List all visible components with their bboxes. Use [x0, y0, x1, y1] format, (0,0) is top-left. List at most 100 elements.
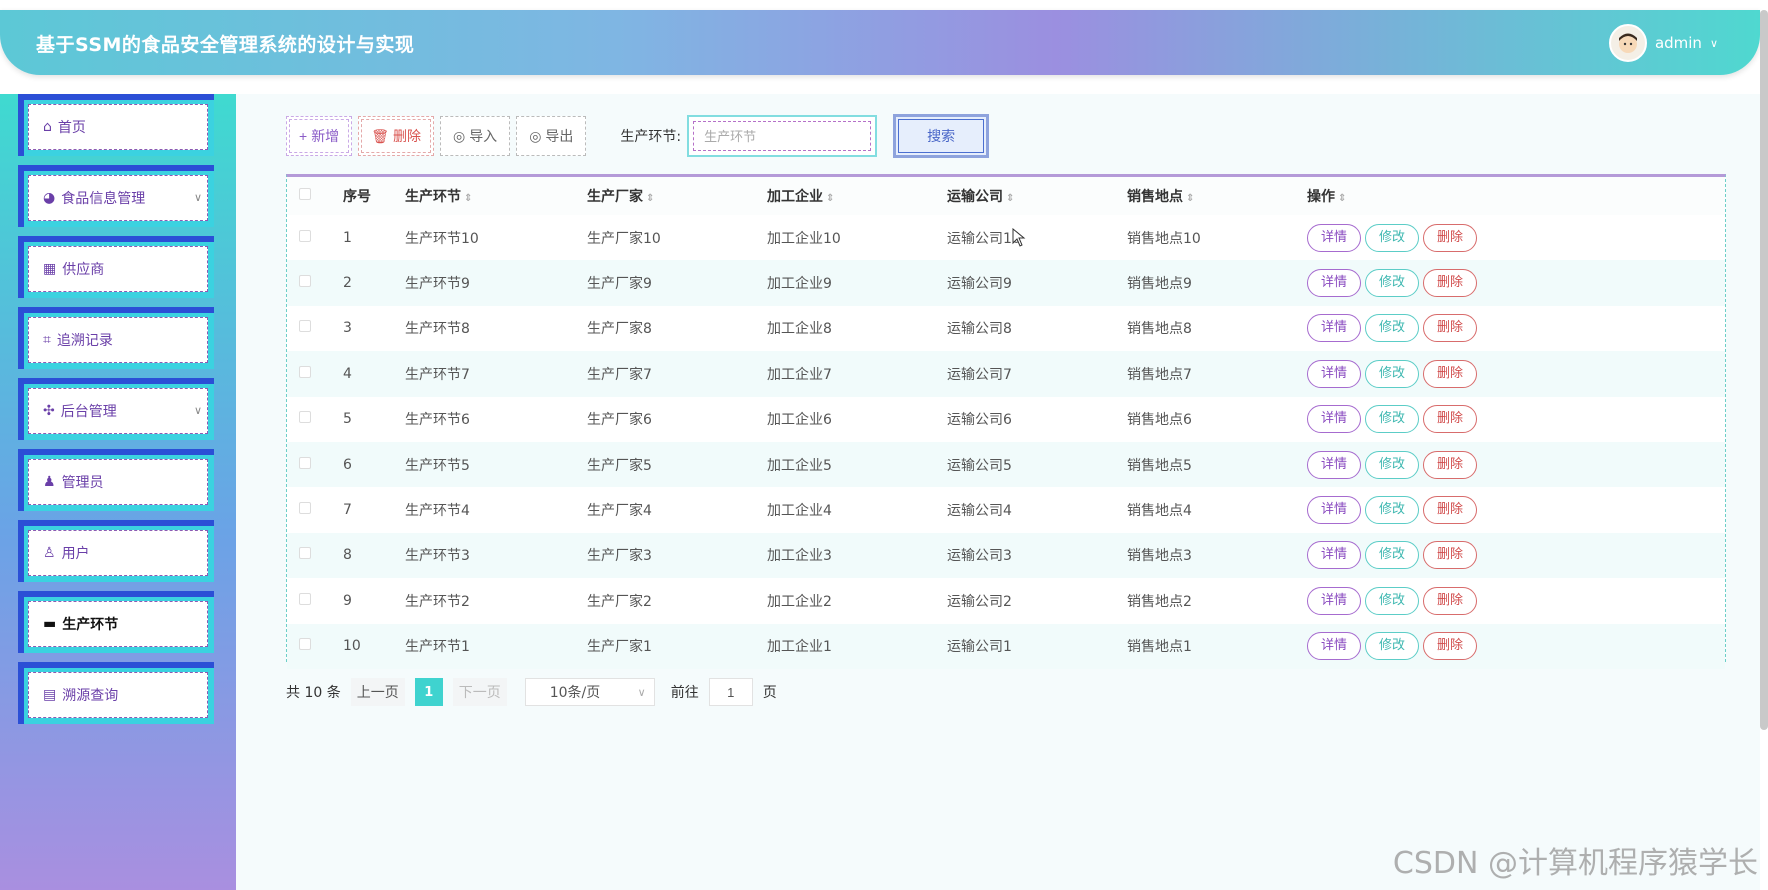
detail-button[interactable]: 详情: [1307, 450, 1361, 479]
batch-delete-button[interactable]: 🗑 删除: [358, 116, 434, 156]
sidebar-item-label: 生产环节: [62, 617, 119, 633]
table-row[interactable]: 6 生产环节5 生产厂家5 加工企业5 运输公司5 销售地点5 详情 修改 删除: [287, 441, 1725, 488]
chevron-down-icon[interactable]: ∨: [194, 191, 202, 204]
delete-button[interactable]: 删除: [1423, 223, 1477, 252]
edit-button[interactable]: 修改: [1365, 223, 1419, 252]
detail-button[interactable]: 详情: [1307, 269, 1361, 298]
edit-button[interactable]: 修改: [1365, 450, 1419, 479]
delete-button[interactable]: 删除: [1423, 632, 1477, 661]
row-checkbox[interactable]: [299, 365, 311, 378]
col-header-transport[interactable]: 运输公司 ⇕: [947, 177, 1127, 215]
detail-button[interactable]: 详情: [1307, 314, 1361, 343]
sidebar-item[interactable]: ▬ 生产环节: [18, 591, 214, 653]
row-checkbox[interactable]: [299, 592, 311, 605]
delete-button[interactable]: 删除: [1423, 405, 1477, 434]
table-cell: 销售地点6: [1127, 396, 1307, 442]
table-cell: 生产厂家3: [587, 532, 767, 579]
edit-button[interactable]: 修改: [1365, 405, 1419, 434]
row-checkbox[interactable]: [299, 275, 311, 288]
next-page-button[interactable]: 下一页: [452, 678, 507, 706]
sidebar-item-body[interactable]: ♙ 用户: [28, 530, 208, 576]
chevron-down-icon[interactable]: ∨: [1710, 37, 1718, 50]
detail-button[interactable]: 详情: [1307, 541, 1361, 570]
col-header-manufacturer[interactable]: 生产厂家 ⇕: [587, 177, 767, 215]
user-menu[interactable]: admin ∨: [1608, 24, 1718, 62]
sidebar-item[interactable]: ♙ 用户: [18, 520, 214, 582]
detail-button[interactable]: 详情: [1307, 223, 1361, 252]
page-size-select[interactable]: 10条/页 ∨: [524, 678, 655, 706]
select-all-checkbox[interactable]: [299, 188, 311, 200]
search-button[interactable]: 搜索: [893, 114, 990, 158]
edit-button[interactable]: 修改: [1365, 496, 1419, 525]
table-cell: 加工企业2: [767, 578, 947, 624]
username-label[interactable]: admin: [1655, 34, 1702, 52]
sidebar-item[interactable]: ▤ 溯源查询: [18, 662, 214, 724]
import-button[interactable]: ◎ 导入: [439, 116, 511, 156]
table-row[interactable]: 3 生产环节8 生产厂家8 加工企业8 运输公司8 销售地点8 详情 修改 删除: [287, 305, 1725, 352]
delete-button[interactable]: 删除: [1423, 541, 1477, 570]
sidebar-item-body[interactable]: ▦ 供应商: [28, 246, 208, 292]
col-header-actions: 操作 ⇕: [1307, 177, 1725, 215]
page-suffix-label: 页: [762, 685, 777, 701]
col-header-sales-location[interactable]: 销售地点 ⇕: [1127, 177, 1307, 215]
row-checkbox[interactable]: [299, 502, 311, 515]
sidebar-item[interactable]: ⌂ 首页: [18, 94, 214, 156]
row-checkbox[interactable]: [299, 229, 311, 242]
edit-button[interactable]: 修改: [1365, 541, 1419, 570]
row-checkbox[interactable]: [299, 547, 311, 560]
edit-button[interactable]: 修改: [1365, 586, 1419, 615]
sidebar-item-body[interactable]: ♟ 管理员: [28, 459, 208, 505]
prev-page-button[interactable]: 上一页: [350, 678, 405, 706]
sidebar-item-body[interactable]: ◕ 食品信息管理: [28, 175, 208, 221]
row-actions: 详情 修改 删除: [1307, 260, 1725, 306]
col-header-stage[interactable]: 生产环节 ⇕: [405, 177, 587, 215]
delete-button[interactable]: 删除: [1423, 314, 1477, 343]
delete-button[interactable]: 删除: [1423, 450, 1477, 479]
table-row[interactable]: 8 生产环节3 生产厂家3 加工企业3 运输公司3 销售地点3 详情 修改 删除: [287, 532, 1725, 579]
avatar[interactable]: [1608, 24, 1647, 62]
table-row[interactable]: 2 生产环节9 生产厂家9 加工企业9 运输公司9 销售地点9 详情 修改 删除: [287, 260, 1725, 306]
sidebar-item[interactable]: ♟ 管理员: [18, 449, 214, 511]
chevron-down-icon[interactable]: ∨: [194, 404, 202, 417]
page-number-current[interactable]: 1: [414, 678, 443, 706]
row-checkbox[interactable]: [299, 456, 311, 469]
export-button[interactable]: ◎ 导出: [516, 116, 587, 156]
sidebar-item-body[interactable]: ▤ 溯源查询: [28, 672, 208, 718]
table-row[interactable]: 5 生产环节6 生产厂家6 加工企业6 运输公司6 销售地点6 详情 修改 删除: [287, 396, 1725, 442]
detail-button[interactable]: 详情: [1307, 359, 1361, 388]
detail-button[interactable]: 详情: [1307, 586, 1361, 615]
col-header-processor[interactable]: 加工企业 ⇕: [767, 177, 947, 215]
production-stage-search-input[interactable]: [693, 121, 872, 151]
detail-button[interactable]: 详情: [1307, 632, 1361, 661]
sidebar-item[interactable]: ⌗ 追溯记录: [18, 307, 214, 369]
table-row[interactable]: 9 生产环节2 生产厂家2 加工企业2 运输公司2 销售地点2 详情 修改 删除: [287, 578, 1725, 624]
table-row[interactable]: 4 生产环节7 生产厂家7 加工企业7 运输公司7 销售地点7 详情 修改 删除: [287, 351, 1725, 397]
detail-button[interactable]: 详情: [1307, 405, 1361, 434]
table-cell: 运输公司2: [947, 578, 1127, 624]
row-checkbox[interactable]: [299, 638, 311, 651]
detail-button[interactable]: 详情: [1307, 496, 1361, 525]
page-scrollbar[interactable]: [1760, 10, 1768, 730]
edit-button[interactable]: 修改: [1365, 632, 1419, 661]
sidebar-item[interactable]: ◕ 食品信息管理 ∨: [18, 165, 214, 227]
table-row[interactable]: 7 生产环节4 生产厂家4 加工企业4 运输公司4 销售地点4 详情 修改 删除: [287, 487, 1725, 533]
delete-button[interactable]: 删除: [1423, 269, 1477, 298]
sidebar-item-body[interactable]: ⌂ 首页: [28, 104, 208, 150]
sidebar-item-body[interactable]: ✣ 后台管理: [28, 388, 208, 434]
goto-page-input[interactable]: [708, 678, 753, 706]
sidebar-item-body[interactable]: ⌗ 追溯记录: [28, 317, 208, 363]
sidebar-item-body[interactable]: ▬ 生产环节: [28, 601, 208, 647]
delete-button[interactable]: 删除: [1423, 496, 1477, 525]
edit-button[interactable]: 修改: [1365, 359, 1419, 388]
edit-button[interactable]: 修改: [1365, 269, 1419, 298]
add-button[interactable]: + 新增: [286, 116, 353, 156]
delete-button[interactable]: 删除: [1423, 586, 1477, 615]
table-row[interactable]: 1 生产环节10 生产厂家10 加工企业10 运输公司10 销售地点10 详情 修改 删除: [287, 215, 1725, 261]
edit-button[interactable]: 修改: [1365, 314, 1419, 343]
table-row[interactable]: 10 生产环节1 生产厂家1 加工企业1 运输公司1 销售地点1 详情 修改 删除: [287, 623, 1725, 669]
delete-button[interactable]: 删除: [1423, 359, 1477, 388]
sidebar-item[interactable]: ▦ 供应商: [18, 236, 214, 298]
row-checkbox[interactable]: [299, 411, 311, 424]
row-checkbox[interactable]: [299, 320, 311, 333]
sidebar-item[interactable]: ✣ 后台管理 ∨: [18, 378, 214, 440]
